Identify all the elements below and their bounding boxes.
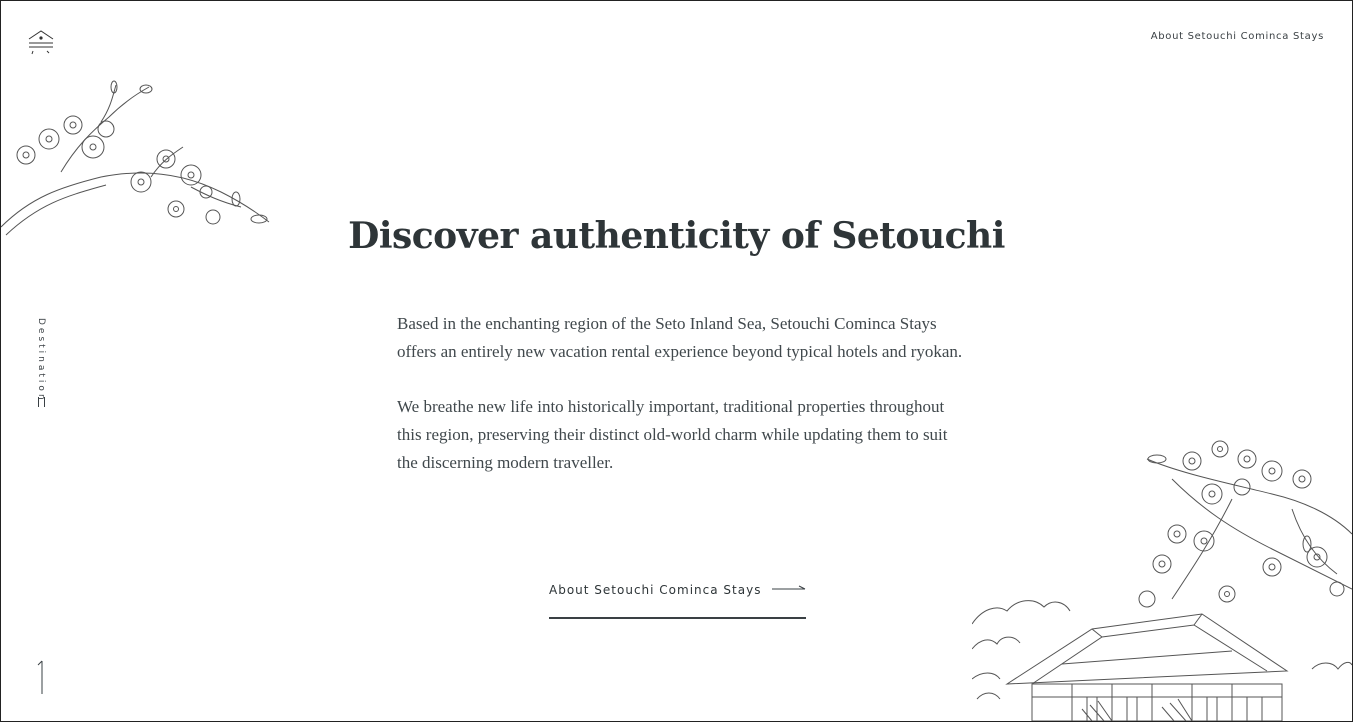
page-frame: About Setouchi Cominca Stays Destination… [0, 0, 1353, 722]
page-title: Discover authenticity of Setouchi [348, 215, 1005, 257]
destination-section-label[interactable]: Destination [36, 318, 46, 403]
intro-text: Based in the enchanting region of the Se… [397, 310, 969, 504]
about-cta-button[interactable]: About Setouchi Cominca Stays [549, 579, 806, 619]
traditional-house-illustration [972, 440, 1352, 721]
arrow-right-icon [772, 585, 806, 590]
intro-paragraph-1: Based in the enchanting region of the Se… [397, 314, 963, 361]
house-logo-icon[interactable] [25, 27, 57, 57]
page-number-indicator: 1 [37, 660, 43, 694]
about-nav-link[interactable]: About Setouchi Cominca Stays [1151, 31, 1324, 42]
about-cta-label: About Setouchi Cominca Stays [549, 583, 762, 597]
intro-paragraph-2: We breathe new life into historically im… [397, 397, 948, 472]
cherry-blossom-branch-illustration [1, 80, 270, 236]
section-indicator [38, 397, 45, 407]
